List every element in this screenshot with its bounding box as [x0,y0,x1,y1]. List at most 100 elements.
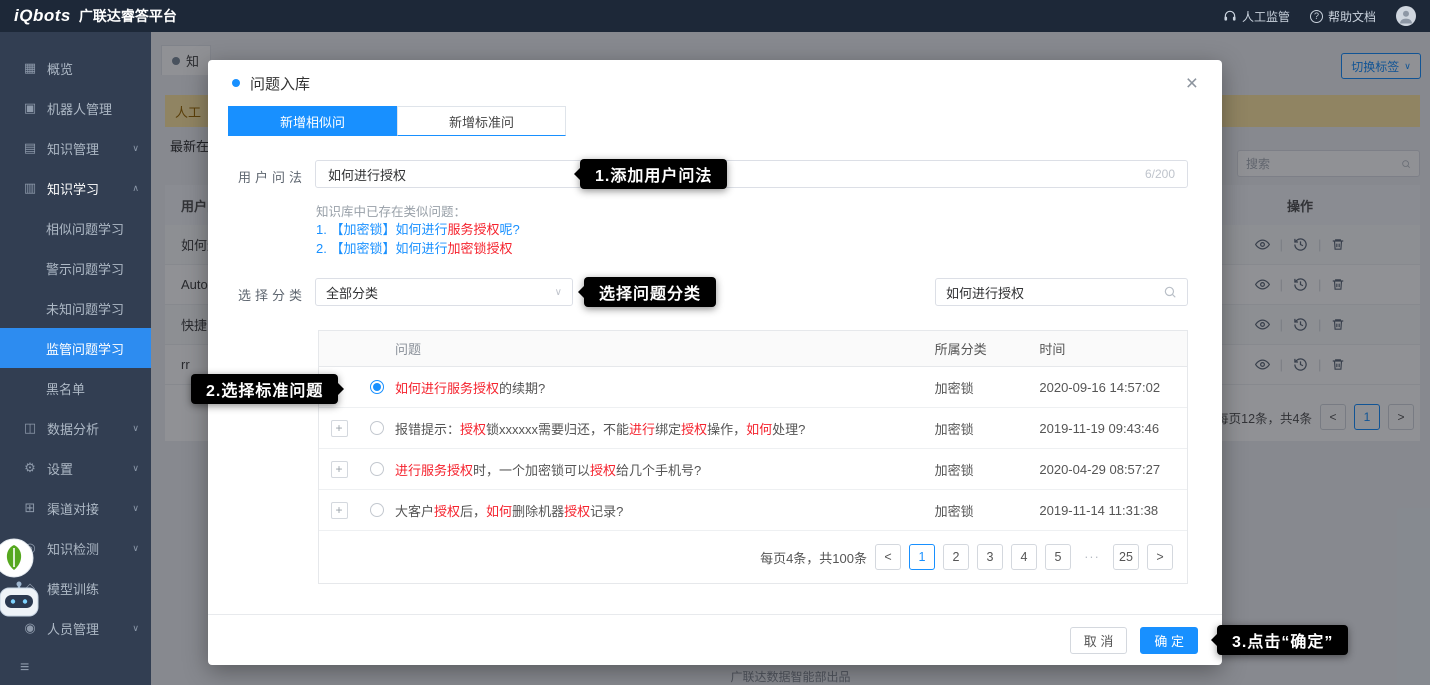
category-cell: 加密锁 [935,501,1040,520]
page-1-button[interactable]: 1 [909,544,935,570]
time-cell: 2020-09-16 14:57:02 [1039,380,1187,395]
dialog-search-value: 如何进行授权 [946,283,1024,302]
sidebar-subitem-warning-question-learning[interactable]: 警示问题学习 [0,248,151,288]
standard-question-row[interactable]: 如何进行服务授权的续期?加密锁2020-09-16 14:57:02 [319,367,1187,408]
sidebar-item-label: 设置 [47,459,73,478]
page-5-button[interactable]: 5 [1045,544,1071,570]
standard-question-table: 问题 所属分类 时间 如何进行服务授权的续期?加密锁2020-09-16 14:… [318,330,1188,584]
sidebar-item-data-analysis[interactable]: ◫数据分析∨ [0,408,151,448]
robot-mascot[interactable] [0,578,42,622]
expand-cell: + [319,461,359,478]
sidebar-item-knowledge-learning[interactable]: ▥知识学习∧ [0,168,151,208]
standard-question-row[interactable]: +进行服务授权时，一个加密锁可以授权给几个手机号?加密锁2020-04-29 0… [319,449,1187,490]
sidebar-subitem-supervised-question-learning[interactable]: 监管问题学习 [0,328,151,368]
expand-row-button[interactable]: + [331,420,348,437]
row-radio[interactable] [370,380,384,394]
expand-row-button[interactable]: + [331,461,348,478]
app-title: 广联达睿答平台 [79,6,177,26]
page-4-button[interactable]: 4 [1011,544,1037,570]
dialog-pagination: 每页4条，共100条 < 12345···25 > [319,531,1187,583]
radio-cell [359,503,395,517]
sidebar-item-label: 机器人管理 [47,99,112,118]
col-time: 时间 [1039,339,1187,358]
chevron-down-icon: ∨ [132,623,139,634]
help-docs-link[interactable]: ? 帮助文档 [1310,8,1376,25]
sidebar-item-channel-integration[interactable]: ⊞渠道对接∨ [0,488,151,528]
robot-icon: ▣ [22,100,38,116]
question-cell: 报错提示：授权锁xxxxxx需要归还，不能进行绑定授权操作，如何处理? [395,419,935,438]
category-select[interactable]: 全部分类 ∨ [315,278,573,306]
chevron-up-icon: ∧ [132,183,139,194]
app-logo: iQbots [14,6,71,26]
pagination-summary: 每页4条，共100条 [760,548,867,567]
collapse-menu-icon[interactable]: ≡ [20,659,29,677]
next-page-button[interactable]: > [1147,544,1173,570]
search-icon [1163,285,1177,299]
glodon-logo[interactable] [0,538,34,578]
table-header-row: 问题 所属分类 时间 [319,331,1187,367]
text-segment: 授权 [434,504,460,519]
row-radio[interactable] [370,503,384,517]
text-segment: 删除机器 [512,504,564,519]
close-icon[interactable]: × [1186,73,1198,94]
sidebar-item-settings[interactable]: ⚙设置∨ [0,448,151,488]
user-question-value: 如何进行授权 [328,165,406,184]
text-segment: 绑定 [655,422,681,437]
standard-question-row[interactable]: +报错提示：授权锁xxxxxx需要归还，不能进行绑定授权操作，如何处理?加密锁2… [319,408,1187,449]
expand-cell: + [319,420,359,437]
chevron-down-icon: ∨ [132,503,139,514]
sidebar-subitem-similar-question-learning[interactable]: 相似问题学习 [0,208,151,248]
dialog-search-input[interactable]: 如何进行授权 [935,278,1188,306]
col-category: 所属分类 [935,339,1040,358]
page-25-button[interactable]: 25 [1113,544,1139,570]
question-cell: 进行服务授权时，一个加密锁可以授权给几个手机号? [395,460,935,479]
sidebar-item-overview[interactable]: ▦概览 [0,48,151,88]
confirm-button[interactable]: 确 定 [1140,627,1198,654]
time-cell: 2019-11-14 11:31:38 [1039,503,1187,518]
dialog-footer: 取 消 确 定 [208,614,1222,665]
category-label: 选择分类 [238,285,306,304]
tab-add-standard-question[interactable]: 新增标准问 [397,106,566,136]
page-2-button[interactable]: 2 [943,544,969,570]
dialog-header: 问题入库 × [208,60,1222,106]
cancel-button[interactable]: 取 消 [1070,627,1128,654]
text-segment: 加密锁授权 [447,241,512,256]
text-segment: 授权 [460,422,486,437]
learning-book-icon: ▥ [22,180,38,196]
category-cell: 加密锁 [935,460,1040,479]
user-question-input[interactable]: 如何进行授权 6/200 [315,160,1188,188]
text-segment: 锁xxxxxx需要归还，不能 [486,422,629,437]
text-segment: 报错提示： [395,422,460,437]
text-segment: 2. 【加密锁】如何进行 [316,241,447,256]
similar-question-link-2[interactable]: 2. 【加密锁】如何进行加密锁授权 [316,238,512,257]
sidebar-subitem-blacklist[interactable]: 黑名单 [0,368,151,408]
topbar-actions: 人工监管 ? 帮助文档 [1223,6,1416,26]
sidebar-item-knowledge-management[interactable]: ▤知识管理∨ [0,128,151,168]
standard-question-row[interactable]: +大客户授权后，如何删除机器授权记录?加密锁2019-11-14 11:31:3… [319,490,1187,531]
similar-note: 知识库中已存在类似问题： [316,201,466,220]
user-avatar[interactable] [1396,6,1416,26]
chart-icon: ◫ [22,420,38,436]
text-segment: 如何进行服务授权 [395,381,499,396]
tab-add-similar-question[interactable]: 新增相似问 [228,106,397,136]
col-question: 问题 [395,339,935,358]
text-segment: 服务授权 [447,222,499,237]
manual-monitor-link[interactable]: 人工监管 [1223,8,1290,25]
callout-step1: 1.添加用户问法 [580,159,727,189]
sidebar-item-robot-management[interactable]: ▣ 机器人管理 [0,88,151,128]
text-segment: 呢? [499,222,519,237]
sidebar-item-label: 渠道对接 [47,499,99,518]
text-segment: 的续期? [499,381,545,396]
expand-cell: + [319,502,359,519]
page-3-button[interactable]: 3 [977,544,1003,570]
sidebar-subitem-unknown-question-learning[interactable]: 未知问题学习 [0,288,151,328]
prev-page-button[interactable]: < [875,544,901,570]
help-docs-label: 帮助文档 [1328,8,1376,25]
people-icon: ◉ [22,620,38,636]
chevron-down-icon: ∨ [132,543,139,554]
sidebar-item-label: 数据分析 [47,419,99,438]
row-radio[interactable] [370,462,384,476]
expand-row-button[interactable]: + [331,502,348,519]
row-radio[interactable] [370,421,384,435]
similar-question-link-1[interactable]: 1. 【加密锁】如何进行服务授权呢? [316,219,520,238]
